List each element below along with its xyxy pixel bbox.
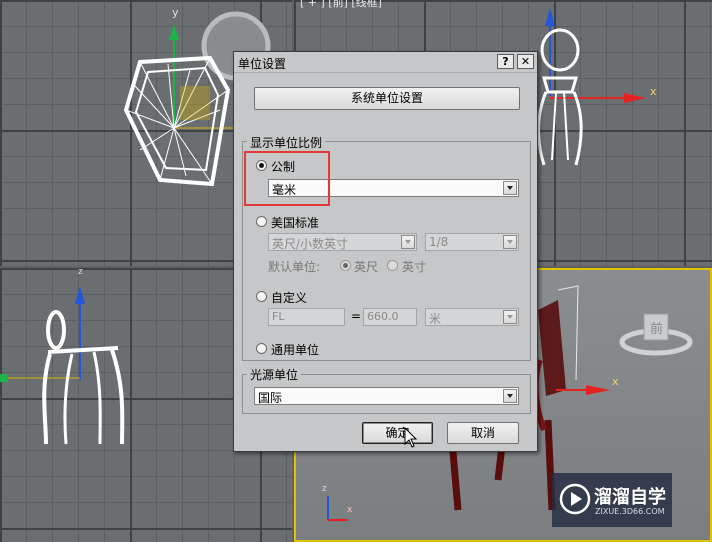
us-fraction-dropdown[interactable]: 1/8 [425,233,519,251]
mouse-cursor-icon [404,427,418,448]
bottom-right-x-label: x [612,375,619,388]
lighting-units-value: 国际 [258,391,283,405]
inches-label: 英寸 [402,260,427,274]
bottom-right-x-small-label: x [347,505,353,515]
display-unit-scale-title: 显示单位比例 [247,134,326,151]
metric-highlight-frame [244,151,330,206]
watermark-url: ZIXUE.3D66.COM [595,507,665,516]
lighting-units-dropdown[interactable]: 国际 [254,387,519,405]
units-setup-dialog: 单位设置 ? ✕ 系统单位设置 显示单位比例 公制 毫米 美国标准 英尺/小数英… [233,51,538,452]
custom-radio[interactable] [256,291,267,302]
system-units-setup-button[interactable]: 系统单位设置 [254,87,520,110]
play-logo-icon [559,483,591,515]
dialog-titlebar[interactable]: 单位设置 ? ✕ [234,52,537,73]
watermark-name: 溜溜自学 [594,487,666,508]
x-axis-arrow [624,93,646,103]
z-axis-arrow [75,286,85,304]
custom-name-value: FL [272,310,285,323]
custom-name-field[interactable]: FL [268,308,345,326]
custom-amount-field[interactable]: 660.0 [363,308,417,326]
default-unit-label: 默认单位: [268,260,321,274]
help-button[interactable]: ? [497,54,514,69]
inches-radio[interactable] [387,260,398,271]
custom-unit-dropdown[interactable]: 米 [425,308,519,326]
us-standard-radio[interactable] [256,216,267,227]
custom-unit-value: 米 [429,312,442,326]
chevron-down-icon[interactable] [503,181,517,195]
z-axis-arrow [545,8,555,26]
us-format-value: 英尺/小数英寸 [272,237,349,251]
custom-equals-sign: = [351,309,362,323]
us-fraction-value: 1/8 [429,235,449,249]
chevron-down-icon[interactable] [401,235,415,249]
ok-button[interactable]: 确定 [362,422,433,444]
close-button[interactable]: ✕ [517,54,534,69]
us-standard-label: 美国标准 [271,216,320,230]
cancel-button[interactable]: 取消 [447,422,519,444]
bottom-right-z-label: z [322,484,327,494]
x-axis-arrow [586,385,610,395]
top-left-y-label: y [172,6,179,19]
dialog-title: 单位设置 [238,57,287,71]
feet-radio[interactable] [340,260,351,271]
chair-top-view [123,55,231,187]
bottom-left-z-label: z [78,267,83,277]
top-right-x-label: x [650,85,657,98]
feet-label: 英尺 [354,260,379,274]
us-format-dropdown[interactable]: 英尺/小数英寸 [268,233,417,251]
chevron-down-icon[interactable] [503,389,517,403]
viewcube-label: 前 [650,322,664,337]
generic-units-radio[interactable] [256,343,267,354]
y-axis-arrow [169,24,179,40]
top-right-view-label: [ + ] [前] [线框] [300,0,382,9]
lighting-units-title: 光源单位 [247,366,302,383]
chevron-down-icon[interactable] [503,310,517,324]
watermark: 溜溜自学 ZIXUE.3D66.COM [552,473,672,527]
generic-units-label: 通用单位 [271,343,320,357]
custom-label: 自定义 [271,291,308,305]
chevron-down-icon[interactable] [503,235,517,249]
custom-amount-value: 660.0 [367,310,399,323]
